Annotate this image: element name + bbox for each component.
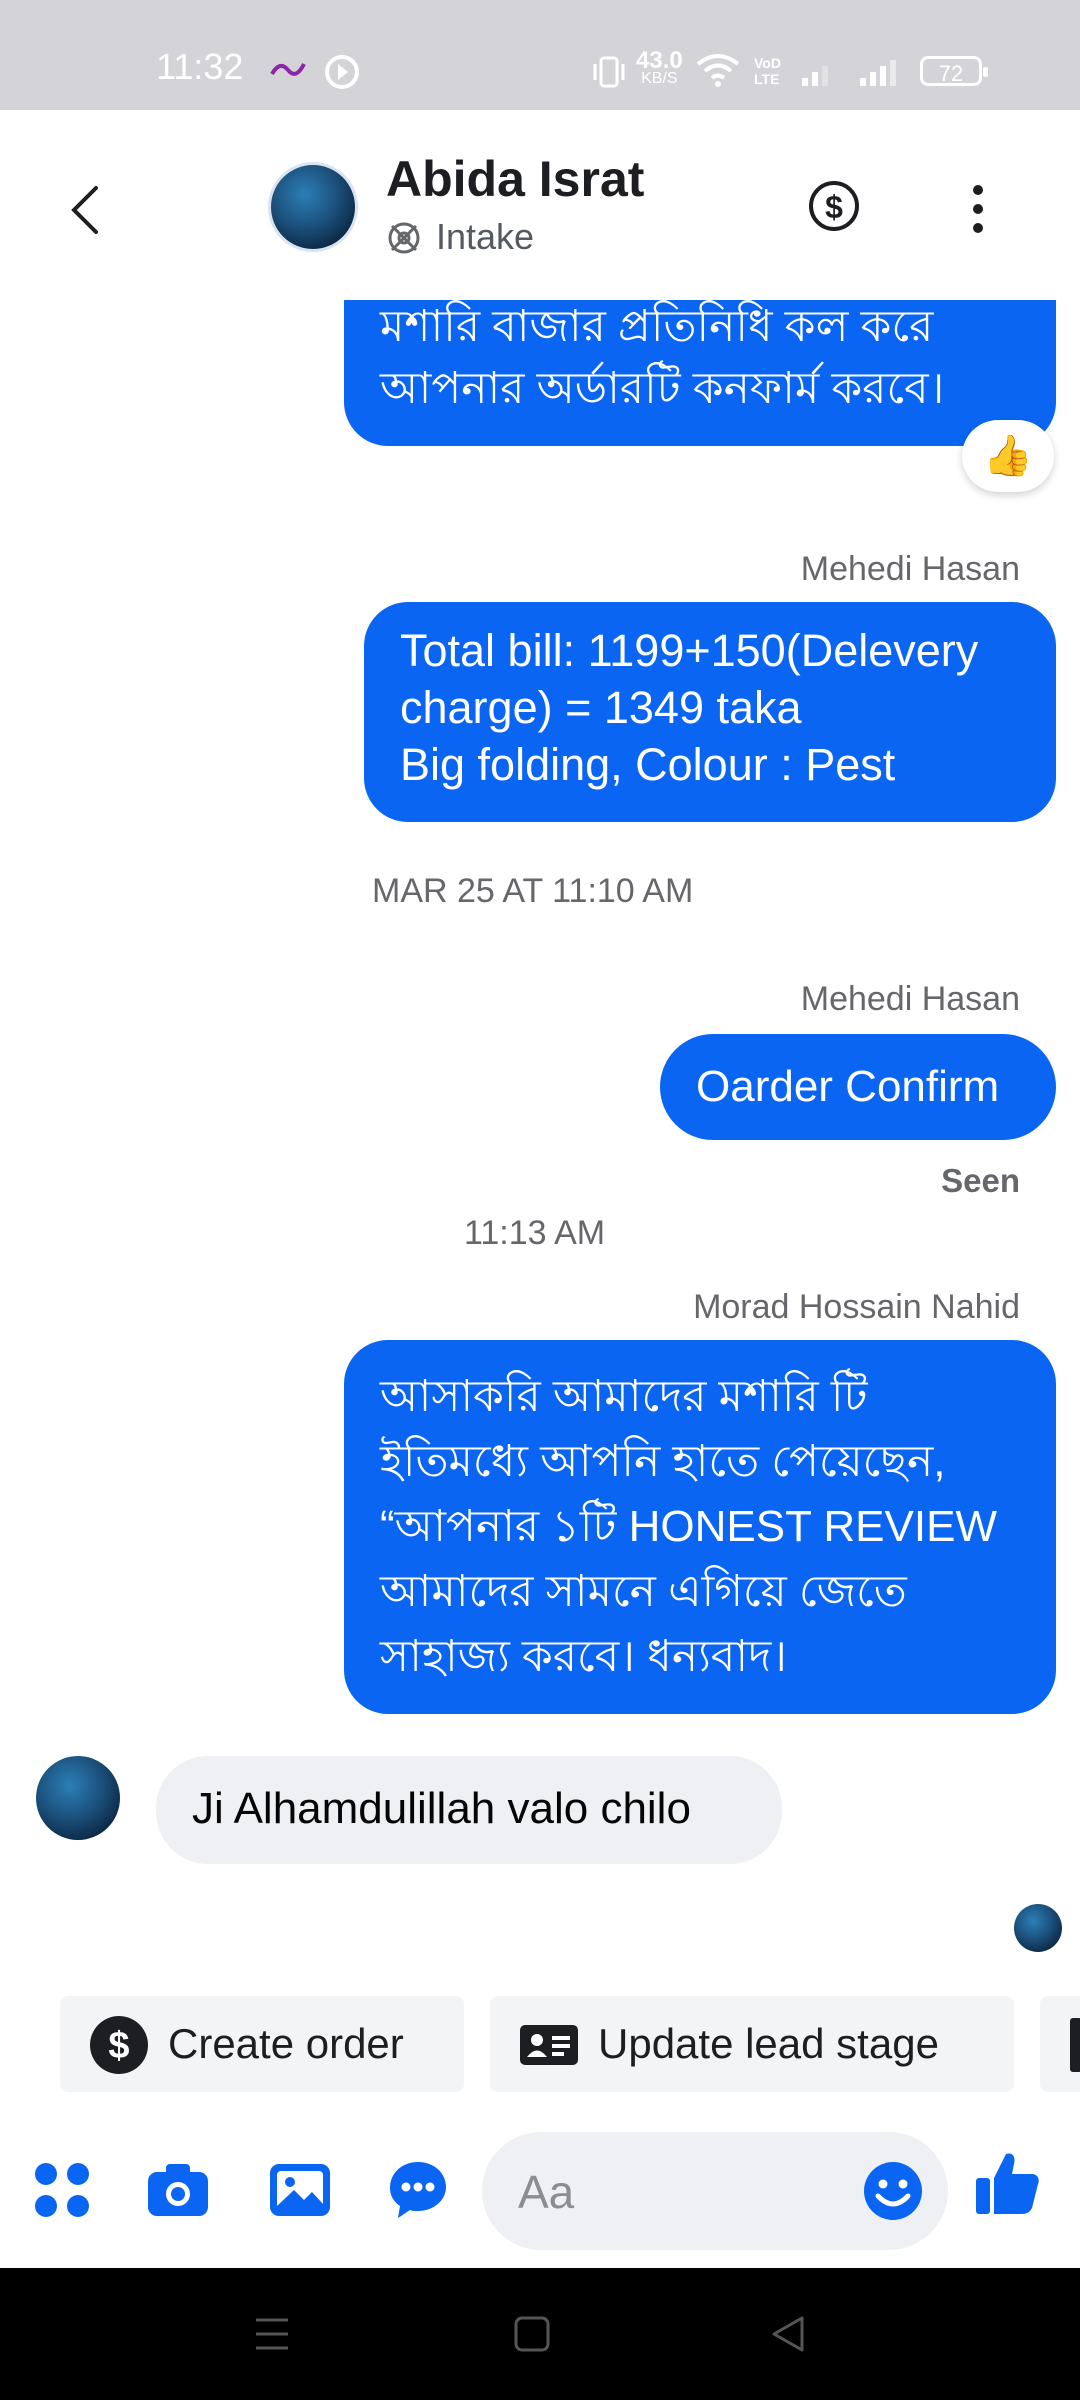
message-text: “আপনার ১টি HONEST REVIEW — [380, 1502, 997, 1551]
contact-avatar[interactable] — [268, 162, 358, 252]
home-icon[interactable] — [510, 2312, 554, 2356]
volte-icon: VoD LTE — [754, 55, 781, 87]
sender-name: Morad Hossain Nahid — [693, 1288, 1020, 1326]
message-text: আসাকরি আমাদের মশারি টি — [380, 1372, 868, 1421]
message-bubble-outgoing[interactable]: আসাকরি আমাদের মশারি টি ইতিমধ্যে আপনি হাত… — [344, 1340, 1056, 1714]
seen-indicator: Seen — [941, 1162, 1020, 1199]
wifi-icon — [696, 54, 740, 87]
svg-text:VoD: VoD — [754, 55, 781, 71]
message-text: সাহাজ্য করবে। ধন্যবাদ। — [380, 1632, 787, 1681]
timestamp: 11:13 AM — [464, 1214, 606, 1252]
message-bubble-outgoing[interactable]: মশারি বাজার প্রতিনিধি কল করে আপনার অর্ডা… — [344, 300, 1056, 446]
message-bubble-outgoing[interactable]: Oarder Confirm — [660, 1034, 1056, 1140]
emoji-icon[interactable] — [862, 2160, 924, 2222]
message-text: Oarder Confirm — [696, 1062, 1000, 1111]
message-composer — [0, 2112, 1080, 2268]
reaction-thumbs-up[interactable]: 👍 — [962, 420, 1054, 492]
sender-name: Mehedi Hasan — [800, 980, 1020, 1018]
network-speed: 43.0 KB/S — [636, 47, 683, 88]
battery-icon: 72 — [920, 56, 988, 86]
message-text: ইতিমধ্যে আপনি হাতে পেয়েছেন, — [380, 1437, 946, 1486]
camera-icon[interactable] — [146, 2158, 210, 2222]
message-text: আপনার অর্ডারটি কনফার্ম করবে। — [380, 364, 945, 413]
svg-text:$: $ — [825, 189, 843, 225]
contact-card-icon — [520, 2025, 578, 2065]
more-options-icon[interactable] — [968, 184, 988, 234]
intake-icon — [388, 222, 420, 254]
sender-name: Mehedi Hasan — [800, 550, 1020, 588]
dollar-icon[interactable]: $ — [808, 180, 860, 232]
contact-avatar-small[interactable] — [36, 1756, 120, 1840]
back-nav-icon[interactable] — [766, 2312, 810, 2356]
contact-name[interactable]: Abida Israt — [386, 150, 644, 208]
like-icon[interactable] — [972, 2148, 1042, 2218]
apps-menu-icon[interactable] — [30, 2158, 94, 2222]
message-text: Big folding, Colour : Pest — [400, 739, 896, 790]
signal-icon-1 — [802, 66, 828, 86]
message-input[interactable] — [516, 2132, 820, 2252]
recents-icon[interactable] — [250, 2312, 294, 2356]
sync-icon — [325, 55, 359, 89]
message-bubble-outgoing[interactable]: Total bill: 1199+150(Delevery charge) = … — [364, 602, 1056, 822]
status-time: 11:32 — [156, 46, 244, 87]
more-actions-chip[interactable] — [1040, 1996, 1080, 2092]
message-text: আমাদের সামনে এগিয়ে জেতে — [380, 1567, 907, 1616]
status-bar: 11:32 43.0 KB/S VoD LTE 72 — [0, 0, 1080, 110]
timestamp: MAR 25 AT 11:10 AM — [372, 872, 694, 910]
dollar-icon: $ — [90, 2016, 148, 2074]
message-text: Total bill: 1199+150(Delevery — [400, 625, 979, 676]
message-thread[interactable]: মশারি বাজার প্রতিনিধি কল করে আপনার অর্ডা… — [0, 300, 1080, 1980]
message-text: মশারি বাজার প্রতিনিধি কল করে — [380, 302, 934, 351]
message-bubble-incoming[interactable]: Ji Alhamdulillah valo chilo — [156, 1756, 782, 1864]
app-notification-icon — [270, 63, 306, 76]
system-nav-bar — [0, 2268, 1080, 2400]
svg-text:LTE: LTE — [754, 71, 779, 87]
message-text: charge) = 1349 taka — [400, 682, 802, 733]
conversation-header: Abida Israt Intake $ — [0, 110, 1080, 300]
update-lead-stage-button[interactable]: Update lead stage — [490, 1996, 1014, 2092]
read-receipt-avatar — [1014, 1904, 1062, 1952]
saved-replies-icon[interactable] — [386, 2158, 450, 2222]
gallery-icon[interactable] — [268, 2158, 332, 2222]
vibrate-icon — [593, 56, 625, 88]
quick-actions-bar: $ Create order Update lead stage — [0, 1990, 1080, 2100]
message-text: Ji Alhamdulillah valo chilo — [192, 1784, 691, 1833]
svg-text:$: $ — [108, 2025, 129, 2067]
back-icon[interactable] — [62, 180, 112, 240]
chip-icon-partial — [1070, 2018, 1080, 2072]
signal-icon-2 — [860, 60, 896, 86]
lead-stage-label[interactable]: Intake — [436, 216, 534, 258]
create-order-button[interactable]: $ Create order — [60, 1996, 464, 2092]
message-input-container[interactable] — [482, 2132, 948, 2252]
